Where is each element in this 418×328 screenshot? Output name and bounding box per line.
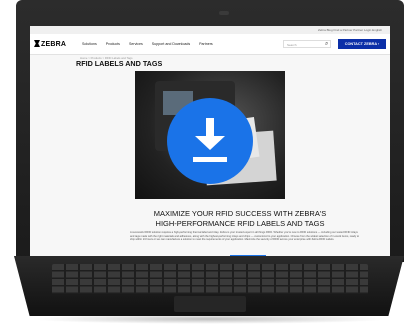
cta-button[interactable]: [230, 255, 266, 256]
nav-item-services[interactable]: Services: [129, 42, 143, 46]
zebra-logo[interactable]: ZEBRA: [34, 40, 66, 48]
search-input[interactable]: Search: [283, 40, 331, 48]
nav-item-partners[interactable]: Partners: [199, 42, 213, 46]
download-tray: [193, 157, 227, 162]
nav-item-support[interactable]: Support and Downloads: [152, 42, 190, 46]
zebra-head-icon: [34, 40, 40, 47]
nav-item-products[interactable]: Products: [106, 42, 120, 46]
keyboard-rows: [52, 264, 368, 294]
site-header: ZEBRA Solutions Products Services Suppor…: [30, 34, 390, 55]
webcam: [219, 11, 229, 15]
trackpad: [174, 296, 246, 312]
download-icon[interactable]: [167, 98, 253, 184]
logo-text: ZEBRA: [41, 41, 67, 48]
promo-body: A successful RFID solution requires a hi…: [130, 231, 360, 242]
search-icon[interactable]: ⌕: [325, 40, 328, 48]
download-arrow-head: [195, 136, 225, 150]
promo-heading: MAXIMIZE YOUR RFID SUCCESS WITH ZEBRA'S …: [153, 209, 327, 228]
laptop-shadow: [30, 314, 390, 324]
page-title: RFID LABELS AND TAGS: [76, 59, 163, 68]
utility-links[interactable]: Zebra Blog Find a Partner Partner Login …: [318, 28, 382, 32]
nav-item-solutions[interactable]: Solutions: [82, 42, 97, 46]
main-nav: Solutions Products Services Support and …: [82, 42, 221, 46]
contact-zebra-button[interactable]: CONTACT ZEBRA ›: [338, 39, 386, 49]
utility-bar: Zebra Blog Find a Partner Partner Login …: [30, 26, 390, 34]
